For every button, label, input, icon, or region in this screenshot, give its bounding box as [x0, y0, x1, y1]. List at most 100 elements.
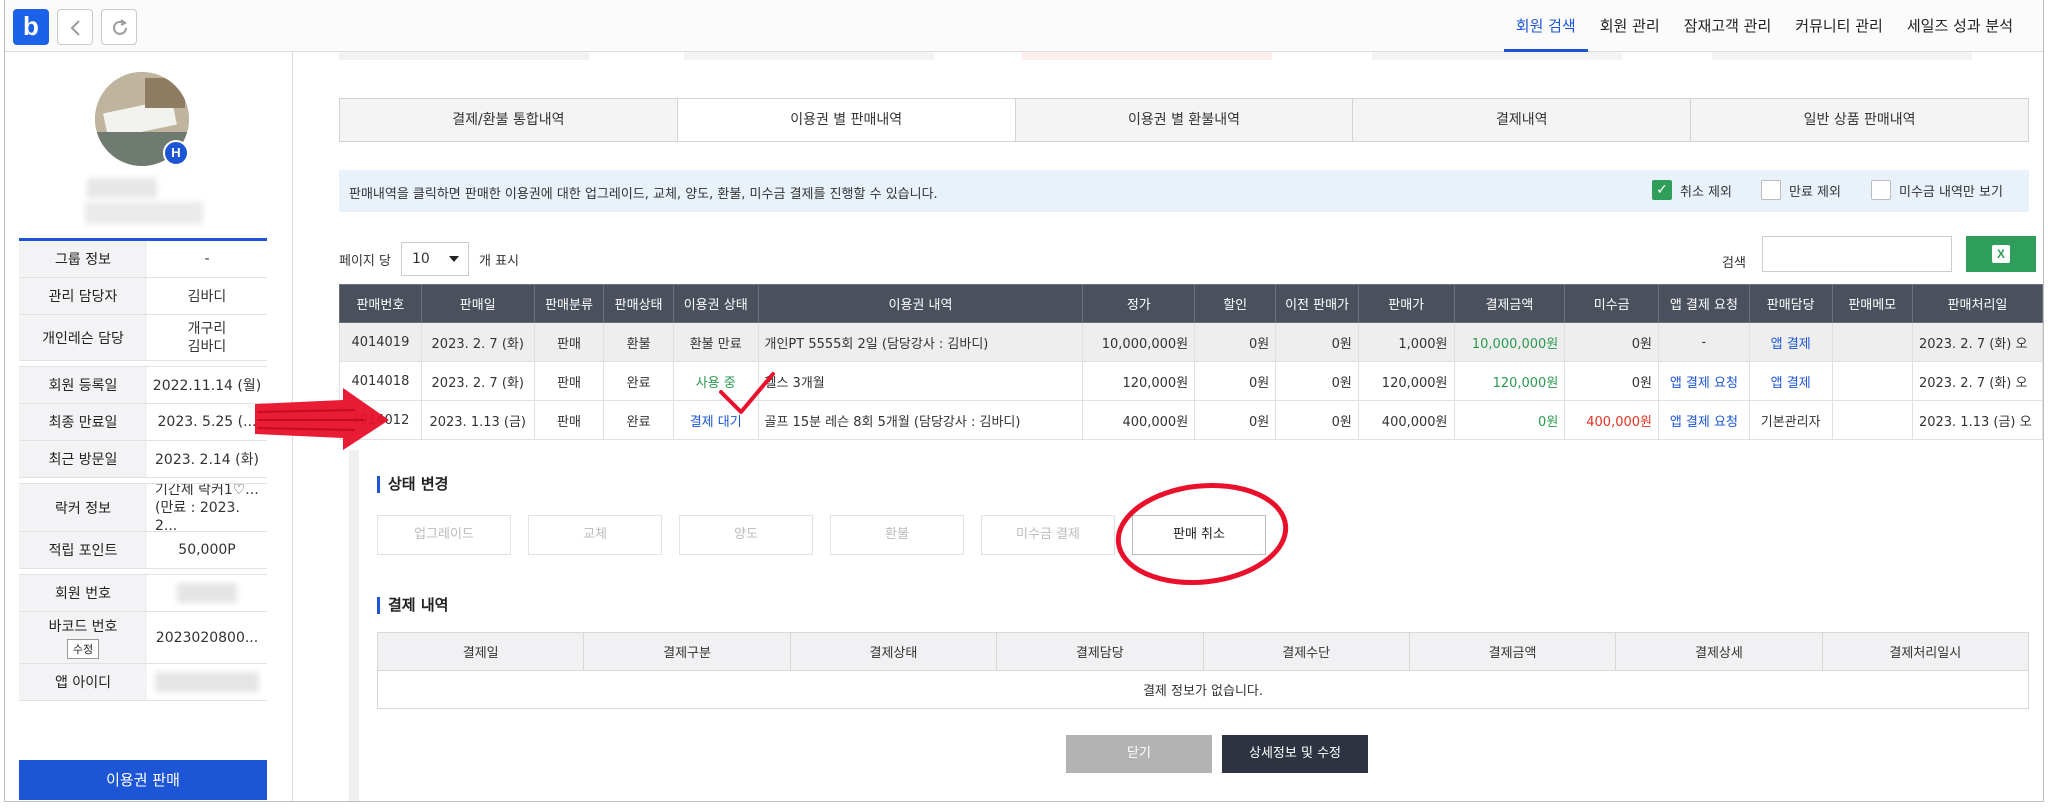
app-payment-link[interactable]: 앱 결제	[1748, 361, 1833, 401]
app-payment-request-link[interactable]: 앱 결제 요청	[1657, 361, 1750, 401]
app-window: b 회원 검색 회원 관리 잠재고객 관리 커뮤니티 관리 세일즈 성과 분석 …	[4, 0, 2044, 802]
column-header[interactable]: 앱 결제 요청	[1657, 284, 1750, 323]
column-header: 결제수단	[1202, 632, 1410, 671]
table-row[interactable]: 4014019 2023. 2. 7 (화) 판매 환불 환불 만료 개인PT …	[339, 322, 2043, 362]
search-input[interactable]	[1762, 236, 1952, 272]
info-row-group: 그룹 정보 -	[19, 241, 267, 278]
menu-sales-analysis[interactable]: 세일즈 성과 분석	[1895, 0, 2025, 52]
grade-badge: H	[163, 140, 189, 166]
column-header[interactable]: 이용권 상태	[672, 284, 759, 323]
column-header[interactable]: 판매가	[1357, 284, 1455, 323]
transfer-button[interactable]: 양도	[679, 515, 813, 555]
sales-table: 판매번호 판매일 판매분류 판매상태 이용권 상태 이용권 내역 정가 할인 이…	[339, 284, 2043, 440]
column-header[interactable]: 판매상태	[603, 284, 674, 323]
filter-unpaid-only[interactable]: 미수금 내역만 보기	[1871, 180, 2003, 200]
checkbox-checked-icon: ✓	[1652, 180, 1672, 200]
barcode-edit-button[interactable]: 수정	[66, 639, 100, 659]
tab-payment-refund-combined[interactable]: 결제/환불 통합내역	[340, 99, 678, 141]
info-row-manager: 관리 담당자 김바디	[19, 278, 267, 315]
search-label: 검색	[1722, 256, 1746, 271]
tab-sales-by-pass[interactable]: 이용권 별 판매내역	[677, 99, 1016, 141]
column-header[interactable]: 이전 판매가	[1275, 284, 1359, 323]
refresh-button[interactable]	[101, 9, 137, 45]
empty-message: 결제 정보가 없습니다.	[377, 670, 2029, 709]
caret-down-icon	[448, 256, 459, 262]
excel-icon: X	[1992, 245, 2010, 263]
info-row-registered: 회원 등록일 2022.11.14 (월)	[19, 367, 267, 404]
info-row-app-id: 앱 아이디	[19, 664, 267, 701]
sales-tabs: 결제/환불 통합내역 이용권 별 판매내역 이용권 별 환불내역 결제내역 일반…	[339, 98, 2029, 142]
column-header[interactable]: 판매담당	[1748, 284, 1833, 323]
checkbox-icon	[1871, 180, 1891, 200]
column-header: 결제금액	[1408, 632, 1617, 671]
column-header[interactable]: 판매분류	[533, 284, 605, 323]
info-row-locker: 락커 정보 기간제 락커1♡... (만료 : 2023. 2...	[19, 484, 267, 532]
table-header-row: 판매번호 판매일 판매분류 판매상태 이용권 상태 이용권 내역 정가 할인 이…	[339, 284, 2043, 323]
tab-refunds-by-pass[interactable]: 이용권 별 환불내역	[1015, 99, 1354, 141]
info-row-barcode: 바코드 번호 수정 2023020800...	[19, 612, 267, 664]
info-row-last-visit: 최근 방문일 2023. 2.14 (화)	[19, 441, 267, 478]
sell-pass-button[interactable]: 이용권 판매	[19, 760, 267, 800]
tab-payments[interactable]: 결제내역	[1353, 99, 1692, 141]
column-header[interactable]: 판매메모	[1831, 284, 1913, 323]
info-row-expiry: 최종 만료일 2023. 5.25 (...	[19, 404, 267, 441]
payment-history-title: 결제 내역	[377, 597, 448, 614]
table-row[interactable]: 4014018 2023. 2. 7 (화) 판매 완료 사용 중 헬스 3개월…	[339, 361, 2043, 401]
close-button[interactable]: 닫기	[1066, 735, 1212, 773]
app-payment-link[interactable]: 앱 결제	[1748, 322, 1833, 362]
checkbox-icon	[1761, 180, 1781, 200]
column-header[interactable]: 판매번호	[339, 284, 422, 323]
menu-community-management[interactable]: 커뮤니티 관리	[1783, 0, 1895, 52]
main-menu: 회원 검색 회원 관리 잠재고객 관리 커뮤니티 관리 세일즈 성과 분석	[1503, 0, 2025, 52]
tab-general-product-sales[interactable]: 일반 상품 판매내역	[1691, 99, 2028, 141]
column-header[interactable]: 판매처리일	[1911, 284, 2043, 323]
excel-download-button[interactable]: X다	[1966, 236, 2036, 272]
member-phone-blurred	[85, 202, 203, 224]
page-size-select[interactable]: 10	[400, 242, 469, 276]
payment-history-table: 결제일 결제구분 결제상태 결제담당 결제수단 결제금액 결제상세 결제처리일시…	[376, 632, 2030, 709]
detail-edit-button[interactable]: 상세정보 및 수정	[1222, 735, 1368, 773]
app-logo[interactable]: b	[13, 9, 49, 45]
chevron-left-icon	[70, 20, 80, 36]
upgrade-button[interactable]: 업그레이드	[377, 515, 511, 555]
app-id-blurred	[155, 672, 259, 692]
column-header: 결제일	[376, 632, 585, 671]
member-name-blurred	[87, 178, 157, 198]
refresh-icon	[113, 19, 127, 35]
member-number-blurred	[177, 583, 237, 603]
menu-prospect-management[interactable]: 잠재고객 관리	[1672, 0, 1784, 52]
empty-row: 결제 정보가 없습니다.	[377, 670, 2029, 709]
member-sidebar: H 그룹 정보 - 관리 담당자 김바디 개인레슨 담당 개구리 김바디 회원 등록일…	[5, 52, 293, 801]
column-header: 결제구분	[583, 632, 791, 671]
menu-member-management[interactable]: 회원 관리	[1588, 0, 1672, 52]
member-info-table: 그룹 정보 - 관리 담당자 김바디 개인레슨 담당 개구리 김바디 회원 등록일 20…	[19, 238, 267, 701]
column-header[interactable]: 결제금액	[1453, 284, 1566, 323]
page-size-control: 페이지 당 10 개 표시	[339, 242, 519, 276]
column-header: 결제상세	[1615, 632, 1823, 671]
info-row-lesson-trainer: 개인레슨 담당 개구리 김바디	[19, 315, 267, 361]
column-header[interactable]: 이용권 내역	[757, 284, 1084, 323]
info-row-points: 적립 포인트 50,000P	[19, 532, 267, 569]
menu-member-search[interactable]: 회원 검색	[1503, 0, 1588, 52]
unpaid-payment-button[interactable]: 미수금 결제	[981, 515, 1115, 555]
back-button[interactable]	[57, 9, 93, 45]
notice-text: 판매내역을 클릭하면 판매한 이용권에 대한 업그레이드, 교체, 양도, 환불…	[349, 187, 938, 202]
column-header[interactable]: 판매일	[420, 284, 535, 323]
column-header: 결제담당	[996, 632, 1204, 671]
status-change-title: 상태 변경	[377, 476, 448, 493]
filter-exclude-expired[interactable]: 만료 제외	[1761, 180, 1841, 200]
column-header[interactable]: 미수금	[1564, 284, 1659, 323]
column-header[interactable]: 할인	[1194, 284, 1277, 323]
app-payment-request-link[interactable]: 앱 결제 요청	[1657, 400, 1750, 440]
column-header: 결제처리일시	[1821, 632, 2030, 671]
exchange-button[interactable]: 교체	[528, 515, 662, 555]
column-header[interactable]: 정가	[1082, 284, 1196, 323]
cancel-sale-button[interactable]: 판매 취소	[1132, 515, 1266, 555]
info-row-member-number: 회원 번호	[19, 575, 267, 612]
column-header: 결제상태	[789, 632, 998, 671]
main-content: 결제/환불 통합내역 이용권 별 판매내역 이용권 별 환불내역 결제내역 일반…	[294, 52, 2043, 801]
table-row[interactable]: 4014012 2023. 1.13 (금) 판매 완료 결제 대기 골프 15…	[339, 400, 2043, 440]
refund-button[interactable]: 환불	[830, 515, 964, 555]
filter-exclude-cancelled[interactable]: ✓ 취소 제외	[1652, 180, 1732, 200]
sales-notice-bar: 판매내역을 클릭하면 판매한 이용권에 대한 업그레이드, 교체, 양도, 환불…	[339, 170, 2029, 212]
